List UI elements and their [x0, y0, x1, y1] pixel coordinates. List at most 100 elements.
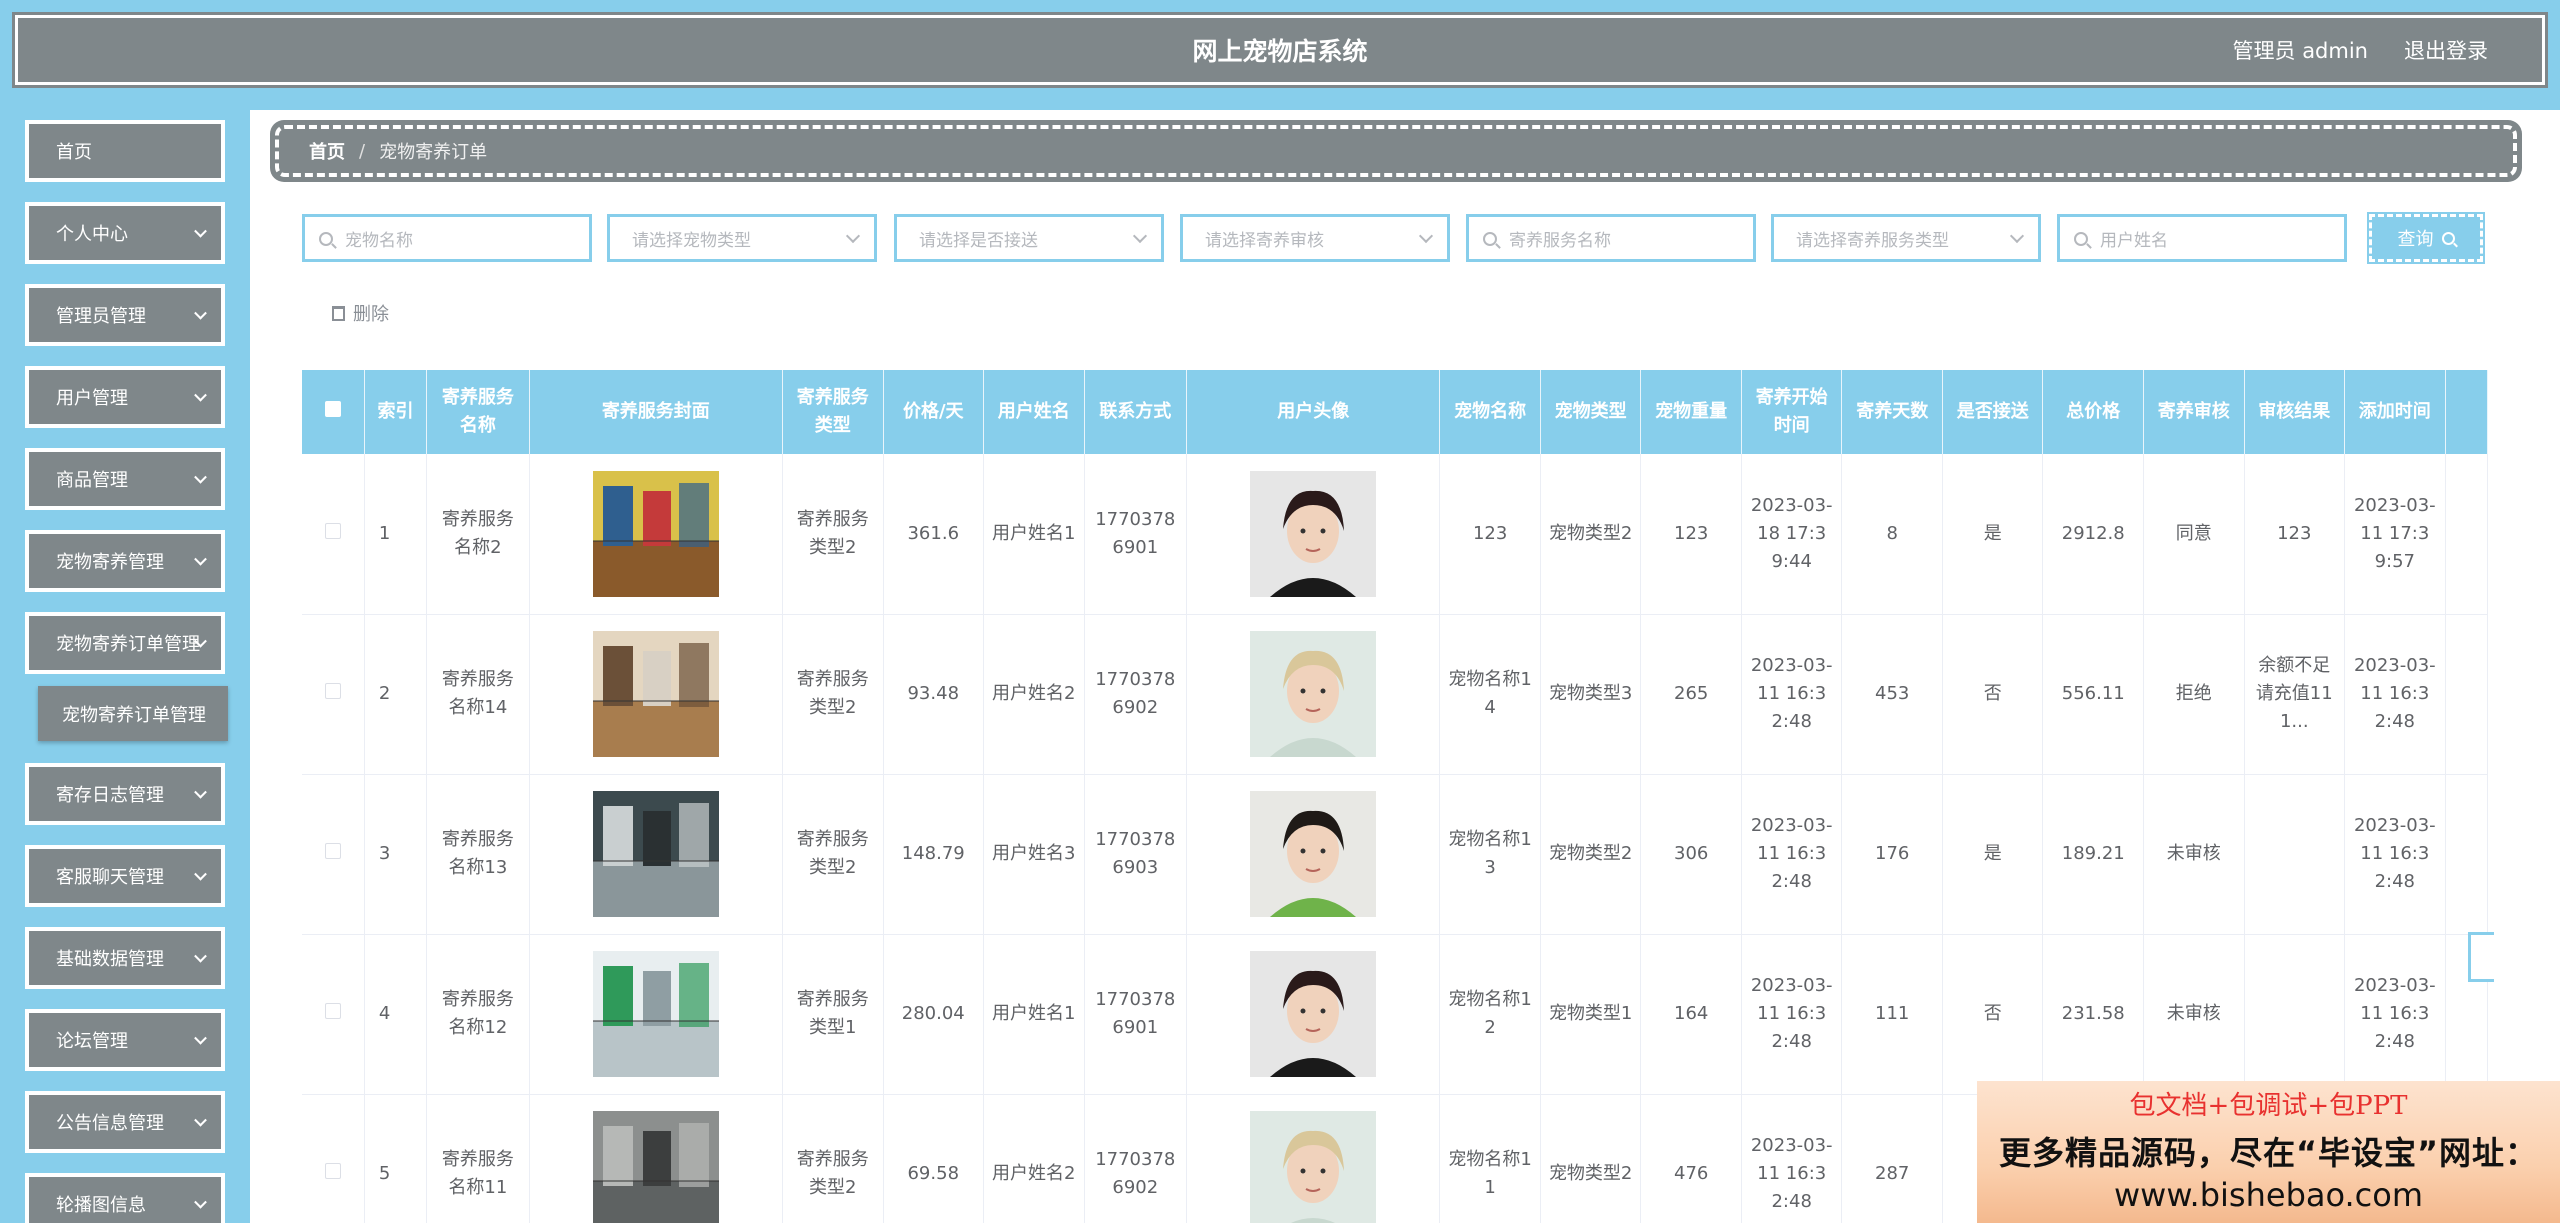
- cell-service-name: 寄养服务名称2: [426, 454, 530, 615]
- cell-start-time: 2023-03-11 16:32:48: [1741, 774, 1843, 935]
- row-checkbox[interactable]: [324, 683, 341, 699]
- chevron-down-icon: [194, 1031, 207, 1045]
- cell-user-name: 用户姓名2: [983, 1094, 1085, 1223]
- pet-name-input[interactable]: 宠物名称: [302, 214, 592, 262]
- row-action-button[interactable]: [2468, 932, 2494, 982]
- cell-pet-type: 宠物类型3: [1540, 614, 1642, 775]
- promo-line-1: 包文档+包调试+包PPT: [2129, 1091, 2408, 1121]
- chevron-down-icon: [194, 470, 207, 484]
- sidebar-item[interactable]: 寄存日志管理: [25, 763, 225, 825]
- cell-index: 5: [364, 1094, 428, 1223]
- sidebar-item[interactable]: 轮播图信息: [25, 1173, 225, 1223]
- cell-days: 453: [1841, 614, 1943, 775]
- sidebar-item[interactable]: 用户管理: [25, 366, 225, 428]
- service-type-placeholder: 请选择寄养服务类型: [1796, 230, 1949, 251]
- main-content: 首页 / 宠物寄养订单 宠物名称 请选择宠物类型 请选择是否接送 请选择寄养审核…: [250, 100, 2560, 1223]
- cell-service-type: 寄养服务类型2: [782, 1094, 884, 1223]
- column-header: 用户姓名: [983, 370, 1085, 454]
- sidebar-item[interactable]: 论坛管理: [25, 1009, 225, 1071]
- cell-start-time: 2023-03-11 16:32:48: [1741, 614, 1843, 775]
- select-all-header[interactable]: [302, 370, 365, 454]
- select-all-checkbox[interactable]: [324, 401, 341, 417]
- cell-user-name: 用户姓名1: [983, 934, 1085, 1095]
- cell-index: 4: [364, 934, 428, 1095]
- chevron-down-icon: [1132, 228, 1148, 244]
- logout-button[interactable]: 退出登录: [2404, 35, 2488, 65]
- sidebar-item[interactable]: 客服聊天管理: [25, 845, 225, 907]
- row-checkbox[interactable]: [324, 522, 341, 539]
- sidebar-item[interactable]: 基础数据管理: [25, 927, 225, 989]
- sidebar-item[interactable]: 管理员管理: [25, 284, 225, 346]
- column-header: 寄养审核: [2143, 370, 2245, 454]
- sidebar-item-label: 论坛管理: [56, 1031, 128, 1052]
- cell-added: 2023-03-11 17:39:57: [2344, 454, 2446, 615]
- row-select-cell[interactable]: [302, 1094, 365, 1223]
- admin-label[interactable]: 管理员 admin: [2233, 35, 2368, 65]
- cell-user-name: 用户姓名3: [983, 774, 1085, 935]
- cell-service-cover: [529, 934, 783, 1095]
- sidebar-item[interactable]: 宠物寄养订单管理: [25, 612, 225, 674]
- cell-phone: 17703786902: [1084, 614, 1188, 775]
- service-name-input[interactable]: 寄养服务名称: [1466, 214, 1756, 262]
- sidebar-item-label: 宠物寄养管理: [56, 552, 164, 573]
- sidebar-item[interactable]: 宠物寄养管理: [25, 530, 225, 592]
- cell-service-cover: [529, 454, 783, 615]
- audit-placeholder: 请选择寄养审核: [1205, 230, 1324, 251]
- table-header-row: 索引 寄养服务名称 寄养服务封面 寄养服务类型 价格/天 用户姓名 联系方式 用户头像 宠物名称…: [302, 370, 2488, 454]
- sidebar-item[interactable]: 首页: [25, 120, 225, 182]
- trash-icon: [332, 305, 345, 321]
- row-select-cell[interactable]: [302, 774, 365, 935]
- cell-weight: 164: [1640, 934, 1742, 1095]
- cell-start-time: 2023-03-11 16:32:48: [1741, 1094, 1843, 1223]
- row-select-cell[interactable]: [302, 934, 365, 1095]
- cell-pet-name: 宠物名称14: [1439, 614, 1541, 775]
- cell-service-cover: [529, 614, 783, 775]
- sidebar-item[interactable]: 公告信息管理: [25, 1091, 225, 1153]
- row-checkbox[interactable]: [324, 1003, 341, 1019]
- chevron-down-icon: [845, 228, 861, 244]
- row-checkbox[interactable]: [324, 843, 341, 859]
- user-name-input[interactable]: 用户姓名: [2057, 214, 2347, 262]
- cell-pickup: 是: [1942, 774, 2044, 935]
- sidebar-item[interactable]: 商品管理: [25, 448, 225, 510]
- cell-added: 2023-03-11 16:32:48: [2344, 614, 2446, 775]
- sidebar-item[interactable]: 个人中心: [25, 202, 225, 264]
- cell-pet-name: 123: [1439, 454, 1541, 615]
- cell-user-avatar: [1186, 614, 1441, 775]
- cell-service-type: 寄养服务类型2: [782, 774, 884, 935]
- cell-pet-name: 宠物名称12: [1439, 934, 1541, 1095]
- column-header: 寄养服务封面: [529, 370, 783, 454]
- main-top-strip: [250, 100, 2560, 110]
- header-bar: 网上宠物店系统 管理员 admin 退出登录: [8, 8, 2552, 92]
- chevron-down-icon: [194, 1195, 207, 1209]
- cell-actions: [2445, 614, 2488, 775]
- row-select-cell[interactable]: [302, 614, 365, 775]
- row-select-cell[interactable]: [302, 454, 365, 615]
- query-button[interactable]: 查询: [2367, 212, 2485, 264]
- sidebar-item-label: 宠物寄养订单管理: [56, 634, 200, 655]
- column-header: 寄养服务名称: [426, 370, 530, 454]
- column-header: 宠物重量: [1640, 370, 1742, 454]
- pet-type-select[interactable]: 请选择宠物类型: [607, 214, 877, 262]
- audit-select[interactable]: 请选择寄养审核: [1180, 214, 1450, 262]
- cell-service-name: 寄养服务名称11: [426, 1094, 530, 1223]
- cell-weight: 476: [1640, 1094, 1742, 1223]
- cell-price: 69.58: [883, 1094, 985, 1223]
- table-row: 4 寄养服务名称12 寄养服务类型1 280.04 用户姓名1 17703786901 …: [302, 934, 2488, 1095]
- row-checkbox[interactable]: [324, 1163, 341, 1179]
- cell-pet-name: 宠物名称13: [1439, 774, 1541, 935]
- cell-actions: [2445, 774, 2488, 935]
- service-type-select[interactable]: 请选择寄养服务类型: [1771, 214, 2041, 262]
- pickup-select[interactable]: 请选择是否接送: [894, 214, 1164, 262]
- breadcrumb-inner: 首页 / 宠物寄养订单: [275, 125, 2517, 177]
- sidebar-item-label: 轮播图信息: [56, 1195, 146, 1216]
- table-row: 2 寄养服务名称14 寄养服务类型2 93.48 用户姓名2 17703786902 宠…: [302, 614, 2488, 775]
- submenu-item-active[interactable]: 宠物寄养订单管理: [38, 686, 228, 741]
- promo-line-3: www.bishebao.com: [2113, 1176, 2424, 1214]
- column-header: 寄养服务类型: [782, 370, 884, 454]
- delete-button[interactable]: 删除: [332, 300, 389, 326]
- breadcrumb-home[interactable]: 首页: [309, 138, 345, 164]
- chevron-down-icon: [194, 224, 207, 238]
- column-header: 索引: [364, 370, 428, 454]
- promo-banner: 包文档+包调试+包PPT 更多精品源码，尽在“毕设宝”网址： www.bishe…: [1977, 1081, 2560, 1223]
